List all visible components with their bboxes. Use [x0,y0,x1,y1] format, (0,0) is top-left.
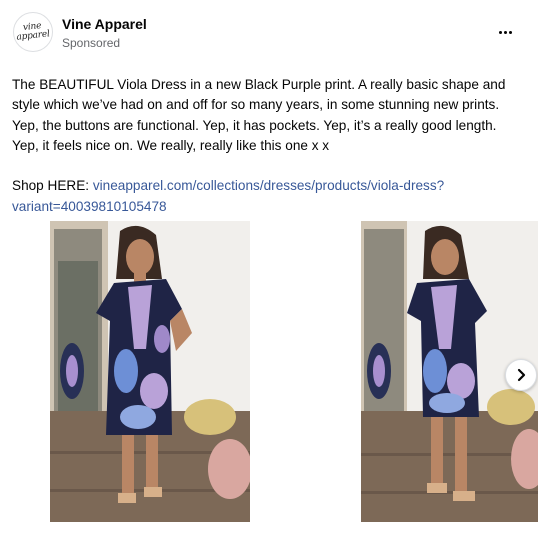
chevron-right-icon [517,368,526,382]
page-name-link[interactable]: Vine Apparel [62,16,147,32]
dress-photo-front [50,221,250,522]
carousel-next-button[interactable] [505,359,537,391]
sponsored-label: Sponsored [62,36,121,50]
brand-logo: vine apparel [16,21,51,43]
carousel-photo-1[interactable] [50,221,250,522]
page-avatar[interactable]: vine apparel [13,12,53,52]
image-carousel [0,221,538,523]
shop-prefix: Shop HERE: [12,178,93,194]
more-options-button[interactable] [494,21,516,43]
post-body: The BEAUTIFUL Viola Dress in a new Black… [12,75,517,217]
post-description: The BEAUTIFUL Viola Dress in a new Black… [12,77,506,153]
post-header: vine apparel Vine Apparel Sponsored [0,0,538,66]
shop-line: Shop HERE: vineapparel.com/collections/d… [12,176,517,217]
more-horizontal-icon [498,30,513,34]
